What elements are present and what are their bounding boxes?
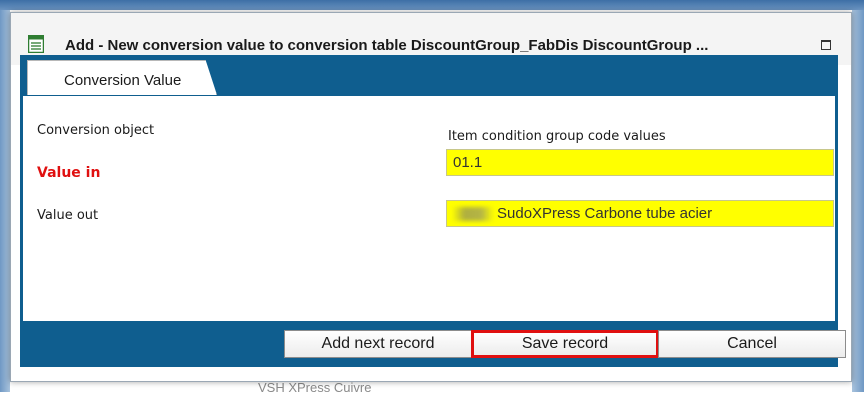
value-out-text: SudoXPress Carbone tube acier <box>497 205 713 222</box>
cancel-button[interactable]: Cancel <box>658 330 846 358</box>
form-icon <box>28 35 44 53</box>
background-left-frame <box>0 10 10 392</box>
value-out-field[interactable]: SudoXPress Carbone tube acier <box>446 200 834 227</box>
background-window-bar <box>0 0 864 10</box>
value-in-label: Value in <box>37 165 101 181</box>
redacted-text <box>452 207 494 221</box>
background-list-text: VSH XPress Cuivre <box>258 380 372 395</box>
value-in-text: 01.1 <box>453 154 483 171</box>
background-right-frame <box>852 10 864 392</box>
value-in-field[interactable]: 01.1 <box>446 149 834 176</box>
value-out-label: Value out <box>37 208 99 223</box>
tab-label: Conversion Value <box>64 72 182 89</box>
add-next-record-button[interactable]: Add next record <box>284 330 472 358</box>
tab-conversion-value[interactable]: Conversion Value <box>27 60 217 95</box>
form-content: Conversion object Item condition group c… <box>23 96 835 321</box>
dialog-title: Add - New conversion value to conversion… <box>65 37 709 54</box>
save-record-button[interactable]: Save record <box>471 330 659 358</box>
conversion-object-label: Conversion object <box>37 123 155 138</box>
maximize-icon[interactable] <box>821 40 831 50</box>
conversion-object-value: Item condition group code values <box>448 129 666 144</box>
